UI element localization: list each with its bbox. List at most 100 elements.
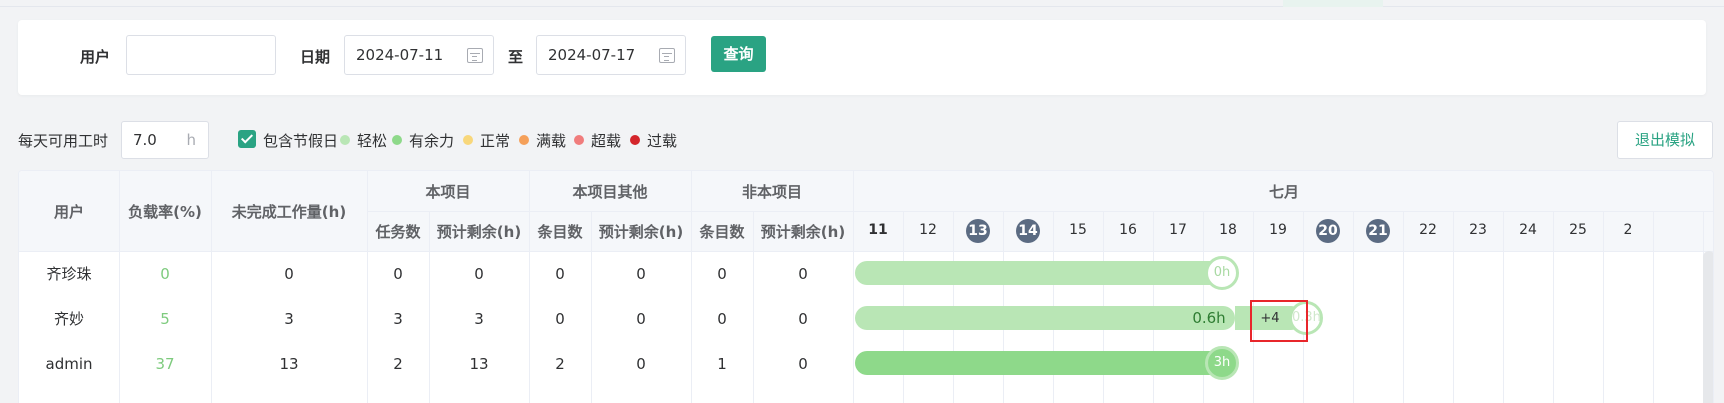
day-header: 11 xyxy=(868,222,888,238)
col-month: 七月 xyxy=(1268,182,1299,201)
cell-unfinished: 0 xyxy=(284,264,294,283)
vertical-scrollbar[interactable] xyxy=(1703,251,1713,403)
cell-user: admin xyxy=(45,354,93,373)
legend-label: 轻松 xyxy=(357,132,388,150)
legend-label: 超载 xyxy=(591,132,622,150)
cell-unfinished: 13 xyxy=(279,354,299,373)
cell-est-remaining: 13 xyxy=(469,354,489,373)
date-to-value: 2024-07-17 xyxy=(548,46,636,64)
col-est-remaining: 预计剩余(h) xyxy=(760,222,846,241)
day-header-holiday: 13 xyxy=(966,219,990,243)
load-bar-label: 0.6h xyxy=(1192,309,1226,327)
date-from-value: 2024-07-11 xyxy=(356,46,444,64)
legend-item: 过载 xyxy=(630,130,677,151)
cell-est-remaining: 3 xyxy=(474,309,484,328)
cell-est-remaining: 0 xyxy=(636,309,646,328)
load-bar-end[interactable]: 3h xyxy=(1205,346,1239,380)
top-strip xyxy=(0,0,1724,7)
include-holidays-label: 包含节假日 xyxy=(263,132,339,150)
day-header-holiday: 14 xyxy=(1016,219,1040,243)
options-row: 每天可用工时 7.0 h 包含节假日 轻松 有余力 正常 满载 超载 过载 退出模拟 xyxy=(0,119,1724,161)
legend-dot-icon xyxy=(392,135,402,145)
exit-simulation-button[interactable]: 退出模拟 xyxy=(1617,121,1713,159)
filter-card: 用户 日期 2024-07-11 至 2024-07-17 查询 xyxy=(18,20,1706,95)
cell-task-count: 0 xyxy=(393,264,403,283)
cell-item-count: 0 xyxy=(555,264,565,283)
calendar-icon xyxy=(659,48,675,63)
legend-label: 满载 xyxy=(536,132,567,150)
hours-per-day-input[interactable]: 7.0 h xyxy=(121,121,209,159)
col-user: 用户 xyxy=(53,202,84,221)
day-header: 16 xyxy=(1119,222,1137,238)
tab-indicator xyxy=(1283,0,1383,7)
load-bar[interactable] xyxy=(855,306,1235,330)
legend-dot-icon xyxy=(519,135,529,145)
load-bar-end[interactable]: 0h xyxy=(1205,256,1239,290)
col-item-count: 条目数 xyxy=(537,222,583,241)
cell-item-count: 0 xyxy=(717,264,727,283)
col-load-rate: 负载率(%) xyxy=(128,202,202,221)
cell-unfinished: 3 xyxy=(284,309,294,328)
cell-load-rate: 5 xyxy=(160,309,170,328)
legend-item: 满载 xyxy=(519,130,566,151)
cell-user: 齐妙 xyxy=(53,310,84,328)
legend-label: 有余力 xyxy=(409,132,455,150)
load-bar[interactable] xyxy=(855,261,1235,285)
date-from-input[interactable]: 2024-07-11 xyxy=(344,35,494,75)
cell-est-remaining: 0 xyxy=(798,264,808,283)
include-holidays-checkbox[interactable] xyxy=(238,130,256,148)
cell-item-count: 2 xyxy=(555,354,565,373)
day-header: 19 xyxy=(1269,222,1287,238)
query-button[interactable]: 查询 xyxy=(711,36,766,72)
cell-load-rate: 37 xyxy=(155,354,175,373)
day-header: 15 xyxy=(1069,222,1087,238)
load-bar[interactable] xyxy=(855,351,1235,375)
cell-task-count: 3 xyxy=(393,309,403,328)
cell-est-remaining: 0 xyxy=(798,309,808,328)
day-header: 12 xyxy=(919,222,937,238)
col-unfinished: 未完成工作量(h) xyxy=(231,202,347,221)
date-filter-label: 日期 xyxy=(300,48,331,66)
legend-dot-icon xyxy=(463,135,473,145)
cell-item-count: 0 xyxy=(717,309,727,328)
cell-user: 齐珍珠 xyxy=(46,265,92,283)
cell-item-count: 0 xyxy=(555,309,565,328)
date-to-input[interactable]: 2024-07-17 xyxy=(536,35,686,75)
day-header: 17 xyxy=(1169,222,1187,238)
cell-item-count: 1 xyxy=(717,354,727,373)
cell-est-remaining: 0 xyxy=(798,354,808,373)
day-header: 2 xyxy=(1623,222,1633,238)
date-to-label: 至 xyxy=(508,48,524,66)
day-header: 18 xyxy=(1219,222,1237,238)
col-this-project-other: 本项目其他 xyxy=(572,182,648,201)
load-table: 用户 负载率(%) 未完成工作量(h) 本项目 本项目其他 非本项目 七月 任务… xyxy=(18,170,1714,403)
cell-est-remaining: 0 xyxy=(636,264,646,283)
highlight-box xyxy=(1250,300,1308,342)
cell-est-remaining: 0 xyxy=(474,264,484,283)
day-header: 23 xyxy=(1469,222,1487,238)
day-header: 22 xyxy=(1419,222,1437,238)
col-est-remaining: 预计剩余(h) xyxy=(436,222,522,241)
legend-item: 正常 xyxy=(463,130,510,151)
hours-value: 7.0 xyxy=(133,131,157,149)
day-header: 25 xyxy=(1569,222,1587,238)
day-header-holiday: 20 xyxy=(1316,219,1340,243)
day-header-holiday: 21 xyxy=(1366,219,1390,243)
hours-per-day-label: 每天可用工时 xyxy=(18,132,109,150)
col-item-count: 条目数 xyxy=(699,222,745,241)
legend-item: 超载 xyxy=(574,130,621,151)
calendar-icon xyxy=(467,48,483,63)
legend-dot-icon xyxy=(340,135,350,145)
col-est-remaining: 预计剩余(h) xyxy=(598,222,684,241)
cell-est-remaining: 0 xyxy=(636,354,646,373)
hours-unit: h xyxy=(186,131,196,149)
cell-load-rate: 0 xyxy=(160,264,170,283)
col-task-count: 任务数 xyxy=(375,222,421,241)
legend-label: 正常 xyxy=(480,132,511,150)
cell-task-count: 2 xyxy=(393,354,403,373)
col-non-project: 非本项目 xyxy=(741,182,802,201)
legend-item: 轻松 xyxy=(340,130,387,151)
user-input[interactable] xyxy=(126,35,276,75)
legend-label: 过载 xyxy=(647,132,678,150)
legend-dot-icon xyxy=(574,135,584,145)
